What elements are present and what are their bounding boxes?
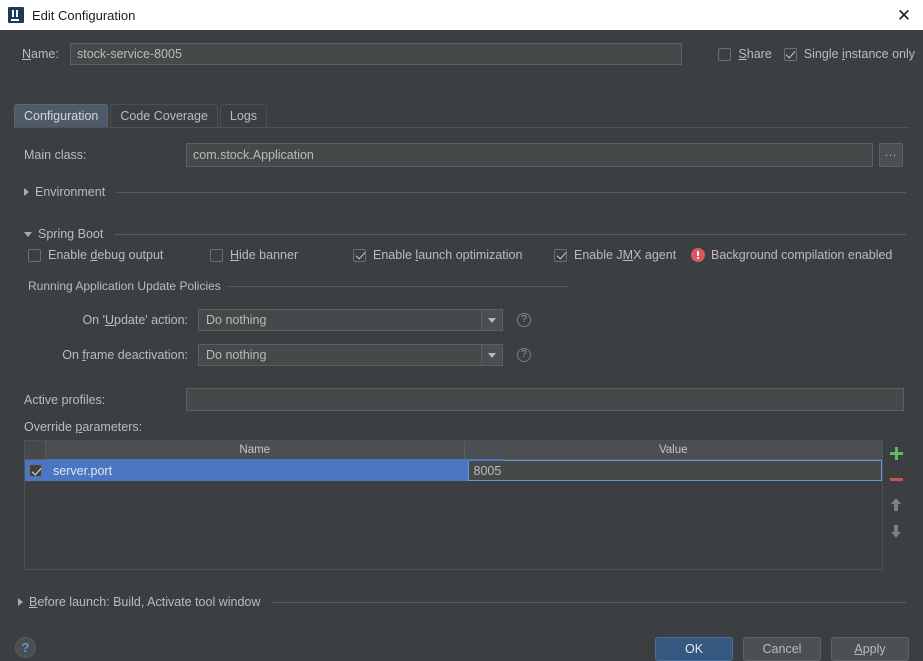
table-header-checkbox-cell — [25, 441, 46, 459]
table-header: Name Value — [25, 441, 882, 460]
enable-jmx-agent-checkbox[interactable]: Enable JMX agent — [554, 248, 691, 262]
chevron-down-icon — [481, 345, 502, 365]
share-label: Share — [738, 47, 772, 61]
close-icon[interactable]: ✕ — [895, 6, 913, 24]
override-parameters-table: Name Value server.port — [24, 440, 883, 570]
table-toolbar — [884, 440, 908, 570]
row-enabled-checkbox-box — [29, 464, 42, 477]
window-title: Edit Configuration — [32, 7, 136, 23]
tab-bar: Configuration Code Coverage Logs — [14, 104, 269, 127]
main-class-row: Main class: ... — [24, 142, 904, 168]
enable-launch-optimization-checkbox-box — [353, 248, 366, 262]
arrow-down-icon — [890, 524, 903, 538]
section-divider — [114, 233, 906, 235]
table-header-value[interactable]: Value — [465, 441, 883, 459]
active-profiles-label: Active profiles: — [24, 392, 106, 407]
on-update-action-row: On 'Update' action: Do nothing ? — [28, 309, 531, 331]
name-input[interactable] — [70, 43, 682, 65]
plus-icon — [889, 446, 903, 460]
on-frame-deactivation-dropdown[interactable]: Do nothing — [198, 344, 503, 366]
top-right-checkboxes: Share Single instance only — [718, 42, 915, 66]
tab-configuration[interactable]: Configuration — [14, 104, 109, 127]
section-spring-boot-label: Spring Boot — [38, 227, 104, 241]
column-selection-indicator — [46, 459, 503, 461]
before-launch-label: Before launch: Build, Activate tool wind… — [29, 595, 261, 609]
single-instance-only-label: Single instance only — [803, 47, 915, 61]
on-update-action-help-icon[interactable]: ? — [517, 313, 531, 327]
single-instance-only-checkbox-box — [783, 47, 797, 61]
move-down-button[interactable] — [885, 518, 907, 544]
tab-logs[interactable]: Logs — [219, 104, 268, 127]
move-up-button[interactable] — [885, 492, 907, 518]
chevron-down-icon — [24, 231, 32, 237]
section-divider — [116, 191, 906, 193]
enable-debug-output-checkbox-box — [28, 248, 41, 262]
section-environment-label: Environment — [35, 185, 106, 199]
window-titlebar: Edit Configuration ✕ — [0, 0, 923, 30]
main-class-input[interactable] — [186, 143, 873, 167]
on-frame-deactivation-help-icon[interactable]: ? — [517, 348, 531, 362]
update-policies-group-title: Running Application Update Policies — [28, 279, 221, 293]
name-row: Name: Share Single instance only — [0, 42, 923, 66]
active-profiles-input[interactable] — [186, 388, 904, 411]
main-class-browse-button[interactable]: ... — [879, 143, 903, 167]
section-spring-boot[interactable]: Spring Boot — [24, 227, 906, 241]
on-frame-deactivation-label: On frame deactivation: — [62, 348, 188, 362]
remove-parameter-button[interactable] — [885, 466, 907, 492]
on-update-action-label: On 'Update' action: — [82, 313, 188, 327]
chevron-down-icon — [481, 310, 502, 330]
enable-jmx-agent-checkbox-box — [554, 248, 567, 262]
row-value-input[interactable] — [467, 460, 882, 481]
row-enabled-checkbox[interactable] — [25, 460, 46, 481]
enable-jmx-agent-label: Enable JMX agent — [574, 248, 677, 262]
enable-debug-output-checkbox[interactable]: Enable debug output — [28, 248, 210, 262]
on-update-action-value: Do nothing — [206, 313, 267, 327]
enable-debug-output-label: Enable debug output — [48, 248, 164, 262]
share-checkbox[interactable]: Share — [718, 47, 772, 61]
chevron-right-icon — [24, 188, 29, 196]
chevron-right-icon — [18, 598, 23, 606]
name-label: Name: — [22, 47, 59, 61]
tab-code-coverage[interactable]: Code Coverage — [110, 104, 218, 127]
arrow-up-icon — [890, 498, 903, 512]
hide-banner-label: Hide banner — [230, 248, 299, 262]
table-header-name[interactable]: Name — [46, 441, 465, 459]
row-value-cell[interactable] — [467, 460, 882, 481]
hide-banner-checkbox-box — [210, 248, 223, 262]
error-warning-icon — [691, 248, 705, 262]
override-parameters-label: Override parameters: — [24, 420, 143, 434]
intellij-idea-icon — [8, 7, 24, 23]
enable-launch-optimization-label: Enable launch optimization — [373, 248, 523, 262]
on-frame-deactivation-value: Do nothing — [206, 348, 267, 362]
hide-banner-checkbox[interactable]: Hide banner — [210, 248, 353, 262]
spring-boot-options-row: Enable debug output Hide banner Enable l… — [28, 248, 892, 262]
on-frame-deactivation-row: On frame deactivation: Do nothing ? — [28, 344, 531, 366]
minus-icon — [889, 477, 903, 481]
section-divider — [271, 601, 906, 603]
add-parameter-button[interactable] — [885, 440, 907, 466]
row-name-cell[interactable]: server.port — [46, 460, 468, 481]
background-compilation-label: Background compilation enabled — [711, 248, 893, 262]
single-instance-only-checkbox[interactable]: Single instance only — [783, 47, 915, 61]
section-before-launch[interactable]: Before launch: Build, Activate tool wind… — [18, 595, 906, 609]
help-icon[interactable]: ? — [15, 637, 36, 658]
main-class-label: Main class: — [24, 148, 87, 162]
share-checkbox-box — [718, 47, 732, 61]
table-row[interactable]: server.port — [25, 460, 882, 481]
enable-launch-optimization-checkbox[interactable]: Enable launch optimization — [353, 248, 554, 262]
update-policies-group: Running Application Update Policies — [28, 279, 568, 293]
tab-divider — [14, 127, 909, 128]
section-environment[interactable]: Environment — [24, 185, 906, 199]
dialog-body: Name: Share Single instance only Configu… — [0, 30, 923, 661]
group-divider — [226, 285, 568, 287]
on-update-action-dropdown[interactable]: Do nothing — [198, 309, 503, 331]
active-profiles-row: Active profiles: — [24, 388, 904, 411]
